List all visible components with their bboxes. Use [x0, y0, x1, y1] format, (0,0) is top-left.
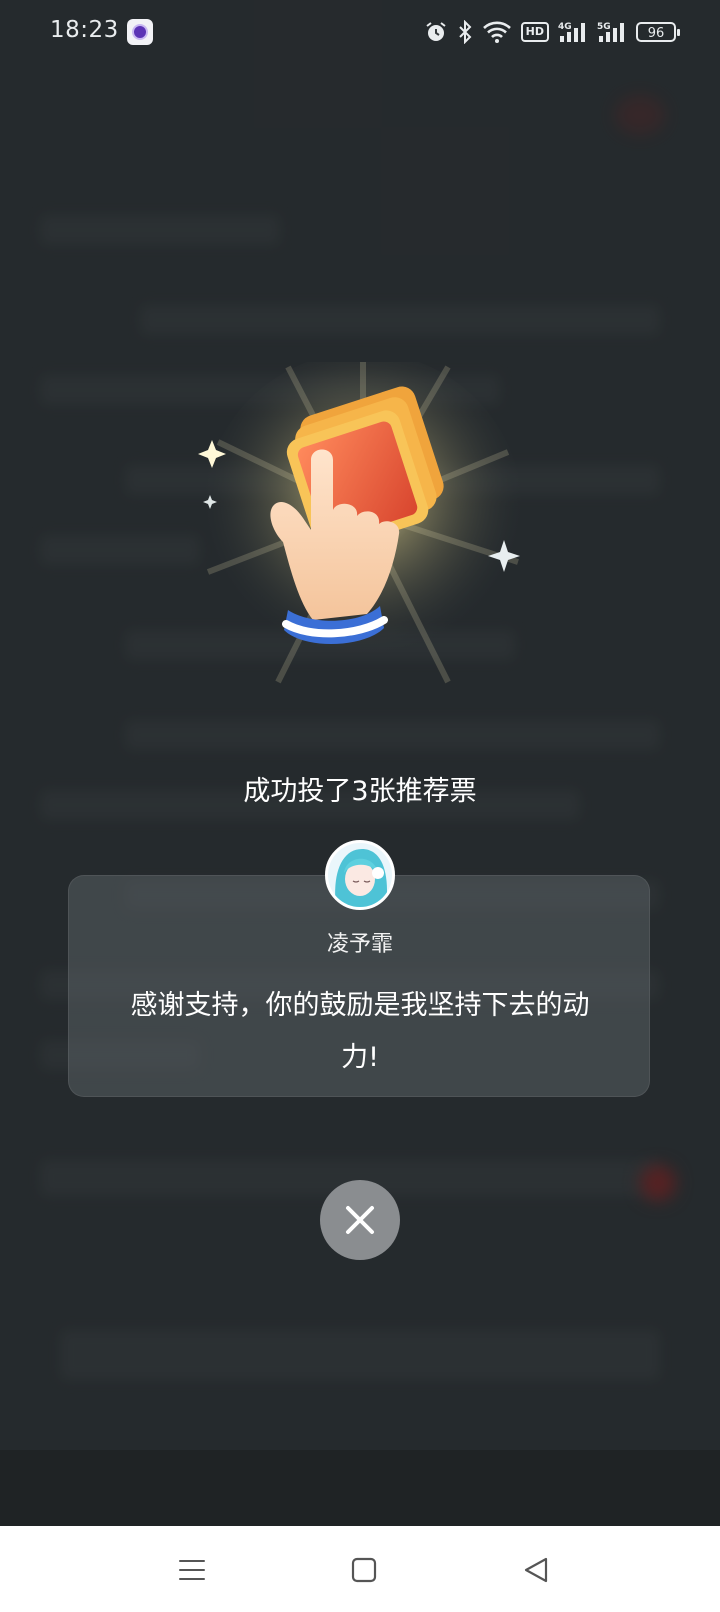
wifi-icon: [482, 21, 511, 43]
alarm-icon: [426, 22, 446, 41]
bluetooth-icon: [458, 20, 472, 44]
vote-tickets-illustration: [198, 362, 523, 684]
status-icons: HD 4G 5G 96: [424, 19, 680, 45]
signal-5g-icon: 5G: [597, 22, 624, 42]
back-button[interactable]: [516, 1550, 556, 1590]
battery-icon: 96: [636, 22, 680, 42]
menu-icon: [179, 1560, 205, 1580]
signal-4g-icon: 4G: [558, 22, 585, 42]
menu-button[interactable]: [172, 1550, 212, 1590]
close-icon: [346, 1206, 374, 1234]
status-bar: 18:23 HD 4G 5G 96: [0, 0, 720, 64]
app-notification-icon: [127, 19, 153, 45]
close-button[interactable]: [320, 1180, 400, 1260]
author-avatar: [325, 840, 395, 910]
svg-text:4G: 4G: [558, 22, 572, 32]
vote-success-message: 成功投了3张推荐票: [243, 776, 477, 807]
system-navigation-bar: [0, 1526, 720, 1612]
back-icon: [524, 1557, 548, 1583]
author-avatar-image: [328, 843, 392, 907]
author-thanks-message: 感谢支持，你的鼓励是我坚持下去的动力!: [130, 990, 590, 1073]
dim-overlay: [0, 0, 720, 1526]
home-button[interactable]: [344, 1550, 384, 1590]
hd-icon: HD: [520, 22, 549, 42]
bottom-toolbar-shade: [0, 1450, 720, 1526]
svg-text:5G: 5G: [597, 22, 611, 32]
status-time: 18:23: [50, 17, 119, 43]
home-icon: [351, 1557, 377, 1583]
author-name: 凌予霏: [326, 932, 393, 957]
